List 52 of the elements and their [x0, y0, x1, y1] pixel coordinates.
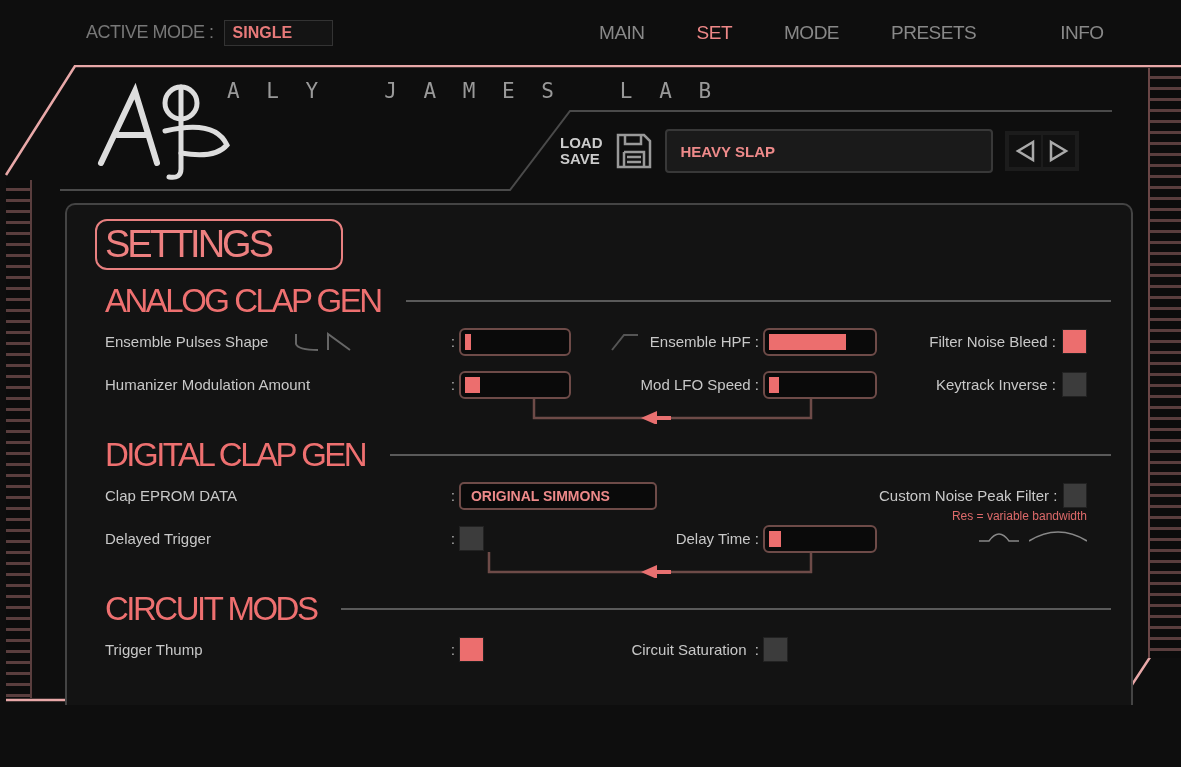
colon: : [451, 530, 455, 547]
nav-tab[interactable]: PRESETS [865, 17, 1003, 48]
colon: : [451, 376, 455, 393]
previous-button[interactable] [1008, 135, 1041, 167]
setting-label: Custom Noise Peak Filter : [879, 487, 1058, 504]
checkbox[interactable] [763, 637, 788, 662]
next-button[interactable] [1042, 135, 1075, 167]
setting-label: Clap EPROM DATA [105, 487, 237, 504]
checkbox[interactable] [1063, 483, 1087, 508]
load-button[interactable]: LOAD [560, 135, 603, 151]
setting-label: Ensemble Pulses Shape [105, 333, 269, 350]
nav-tab[interactable]: INFO [1034, 17, 1130, 48]
wide-curve-icon [1029, 529, 1087, 543]
decay-shape-icon[interactable] [294, 331, 321, 352]
preset-name-field[interactable]: HEAVY SLAP [664, 129, 993, 173]
slider[interactable] [458, 327, 571, 356]
checkbox[interactable] [1062, 372, 1087, 397]
setting-label: Filter Noise Bleed : [929, 333, 1056, 350]
section-title: DIGITAL CLAP GEN [105, 436, 366, 474]
setting-label: Mod LFO Speed : [640, 376, 759, 393]
eprom-dropdown[interactable]: ORIGINAL SIMMONS [458, 481, 657, 510]
save-button[interactable]: SAVE [560, 151, 603, 167]
brand-name: A L Y J A M E S L A B [227, 79, 720, 103]
note-text: Res = variable bandwidth [951, 509, 1087, 523]
mode-value-field[interactable]: SINGLE [223, 19, 334, 46]
setting-label: Delayed Trigger [105, 530, 211, 547]
mode-label: ACTIVE MODE : [86, 22, 214, 43]
setting-label: Keytrack Inverse : [935, 376, 1056, 393]
colon: : [451, 333, 455, 350]
checkbox[interactable] [458, 526, 484, 551]
nav-tab[interactable]: SET [670, 17, 759, 48]
section-title: CIRCUIT MODS [105, 590, 317, 628]
slider[interactable] [763, 524, 877, 553]
slider[interactable] [763, 370, 877, 399]
setting-label: Trigger Thump [105, 641, 203, 658]
checkbox[interactable] [458, 637, 484, 662]
colon: : [451, 487, 455, 504]
setting-label: Ensemble HPF : [649, 333, 759, 350]
slider[interactable] [458, 370, 571, 399]
ramp-shape-icon[interactable] [326, 331, 353, 352]
nav-tab[interactable]: MODE [758, 17, 866, 48]
nav-tab[interactable]: MAIN [573, 17, 671, 48]
slider[interactable] [763, 327, 877, 356]
settings-title: SETTINGS [95, 219, 344, 270]
highpass-curve-icon [609, 331, 640, 352]
setting-label: Delay Time : [675, 530, 759, 547]
checkbox[interactable] [1062, 329, 1087, 354]
save-icon[interactable] [614, 132, 653, 170]
colon: : [451, 641, 455, 658]
section-title: ANALOG CLAP GEN [105, 282, 381, 320]
setting-label: Humanizer Modulation Amount [105, 376, 311, 393]
setting-label: Circuit Saturation : [631, 641, 759, 658]
